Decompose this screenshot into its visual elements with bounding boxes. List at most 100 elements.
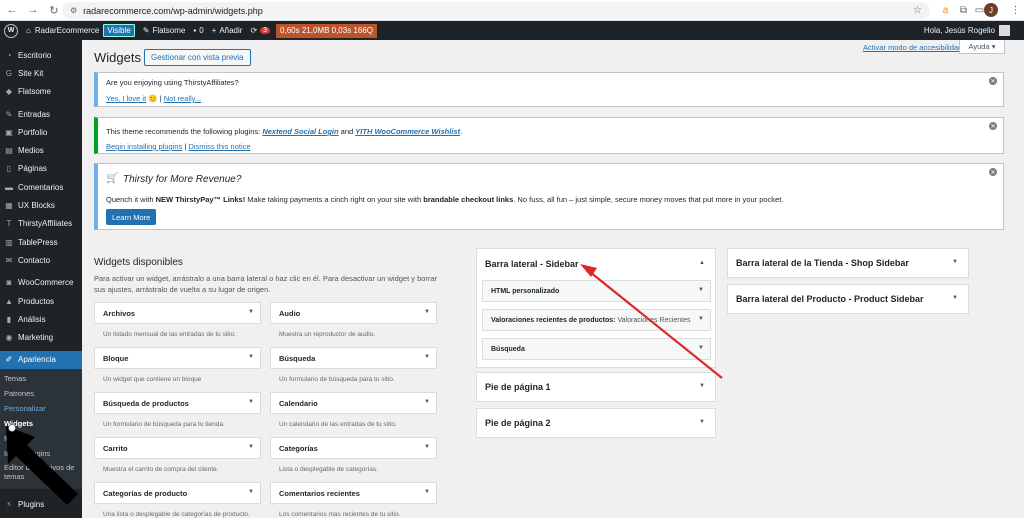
site-home-icon[interactable]: ⌂ [26, 26, 31, 35]
comments-icon[interactable]: ▪ [193, 26, 196, 35]
yes-love-it-link[interactable]: Yes, I love it [106, 94, 146, 103]
theme-link[interactable]: Flatsome [152, 26, 185, 35]
widget-bloque[interactable]: Bloque ▼ [94, 347, 261, 369]
caret-down-icon[interactable]: ▼ [424, 444, 430, 450]
widget-audio[interactable]: Audio ▼ [270, 302, 437, 324]
placed-widget-reviews[interactable]: Valoraciones recientes de productos: Valo… [482, 309, 711, 331]
caret-down-icon[interactable]: ▼ [424, 354, 430, 360]
wordpress-logo-icon[interactable]: W [4, 23, 18, 38]
widget-categorias-producto[interactable]: Categorías de producto ▼ [94, 482, 261, 504]
menu-productos[interactable]: ▲ Productos [0, 292, 82, 310]
forward-icon[interactable]: → [24, 1, 42, 19]
caret-down-icon[interactable]: ▼ [699, 383, 705, 389]
learn-more-button[interactable]: Learn More [106, 209, 157, 225]
available-widgets-title: Widgets disponibles [94, 257, 183, 268]
menu-marketing[interactable]: ◉ Marketing [0, 328, 82, 346]
menu-medios[interactable]: ▤ Medios [0, 141, 82, 159]
widget-calendario[interactable]: Calendario ▼ [270, 392, 437, 414]
widget-area-sidebar[interactable]: Barra lateral - Sidebar ▲ HTML personali… [476, 248, 716, 368]
caret-up-icon[interactable]: ▲ [699, 260, 705, 266]
menu-thirstyaffiliates[interactable]: T ThirstyAffiliates [0, 215, 82, 233]
widget-comentarios-recientes[interactable]: Comentarios recientes ▼ [270, 482, 437, 504]
profile-avatar[interactable]: J [984, 3, 998, 17]
promo-text-d: brandable checkout links [423, 195, 514, 204]
help-tab[interactable]: Ayuda ▾ [959, 40, 1005, 54]
submenu-menus[interactable]: Menús [0, 431, 82, 446]
extensions-icon[interactable]: ⧉ [956, 3, 971, 18]
caret-down-icon[interactable]: ▼ [248, 399, 254, 405]
placed-widget-html[interactable]: HTML personalizado ▼ [482, 280, 711, 302]
menu-flatsome[interactable]: ◆ Flatsome [0, 83, 82, 101]
widget-area-footer-2[interactable]: Pie de página 2 ▼ [476, 408, 716, 438]
accessibility-mode-link[interactable]: Activar modo de accesibilidad [863, 43, 962, 52]
widget-busqueda-productos[interactable]: Búsqueda de productos ▼ [94, 392, 261, 414]
reload-icon[interactable]: ↻ [45, 1, 63, 19]
comments-count[interactable]: 0 [199, 26, 203, 35]
menu-plugins[interactable]: ⚡ Plugins [0, 495, 82, 513]
submenu-theme-file-editor[interactable]: Editor de archivos de temas [0, 461, 82, 485]
widget-busqueda[interactable]: Búsqueda ▼ [270, 347, 437, 369]
widget-area-shop-sidebar[interactable]: Barra lateral de la Tienda - Shop Sideba… [727, 248, 969, 278]
caret-down-icon[interactable]: ▼ [952, 295, 958, 301]
menu-analisis[interactable]: ▮ Análisis [0, 310, 82, 328]
begin-installing-link[interactable]: Begin installing plugins [106, 142, 182, 151]
nextend-plugin-link[interactable]: Nextend Social Login [262, 127, 338, 136]
dismiss-notice-link[interactable]: Dismiss this notice [188, 142, 250, 151]
not-really-link[interactable]: Not really... [164, 94, 201, 103]
add-new-link[interactable]: Añadir [219, 26, 242, 35]
menu-escritorio[interactable]: ◔ Escritorio [0, 46, 82, 64]
menu-site-kit[interactable]: G Site Kit [0, 64, 82, 82]
customize-icon[interactable]: ✎ [143, 26, 150, 35]
amazon-extension-icon[interactable]: a [938, 3, 953, 18]
submenu-widgets[interactable]: Widgets [0, 416, 82, 431]
caret-down-icon[interactable]: ▼ [698, 287, 704, 293]
add-new-icon[interactable]: + [212, 26, 217, 35]
updates-icon[interactable]: ⟳ [250, 26, 257, 35]
menu-paginas[interactable]: ▯ Páginas [0, 160, 82, 178]
address-bar[interactable]: ⚙ radarecommerce.com/wp-admin/widgets.ph… [62, 2, 930, 19]
user-avatar[interactable] [999, 25, 1010, 36]
caret-down-icon[interactable]: ▼ [248, 444, 254, 450]
submenu-install-plugins[interactable]: Install Plugins [0, 446, 82, 461]
back-icon[interactable]: ← [3, 1, 21, 19]
browser-menu-icon[interactable]: ⋮ [1008, 3, 1023, 18]
caret-down-icon[interactable]: ▼ [248, 354, 254, 360]
menu-ux-blocks[interactable]: ▦ UX Blocks [0, 196, 82, 214]
menu-woocommerce[interactable]: ◙ WooCommerce [0, 274, 82, 292]
user-greeting[interactable]: Hola, Jesús Rogelio [924, 26, 995, 35]
widget-area-product-sidebar[interactable]: Barra lateral del Producto - Product Sid… [727, 284, 969, 314]
submenu-temas[interactable]: Temas [0, 371, 82, 386]
menu-tablepress[interactable]: ▥ TablePress [0, 233, 82, 251]
close-icon[interactable]: ✕ [989, 168, 997, 176]
menu-entradas[interactable]: ✎ Entradas [0, 105, 82, 123]
menu-apariencia[interactable]: ✐ Apariencia [0, 350, 82, 370]
site-name-link[interactable]: RadarEcommerce [35, 26, 99, 35]
caret-down-icon[interactable]: ▼ [952, 259, 958, 265]
menu-contacto[interactable]: ✉ Contacto [0, 251, 82, 269]
submenu-personalizar[interactable]: Personalizar [0, 401, 82, 416]
close-icon[interactable]: ✕ [989, 77, 997, 85]
widget-carrito[interactable]: Carrito ▼ [94, 437, 261, 459]
performance-stats[interactable]: 0,60s 21,0MB 0,03s 166Q [276, 23, 377, 38]
bookmark-star-icon[interactable]: ☆ [913, 5, 922, 16]
submenu-patrones[interactable]: Patrones [0, 386, 82, 401]
site-info-icon[interactable]: ⚙ [70, 6, 77, 15]
caret-down-icon[interactable]: ▼ [424, 489, 430, 495]
caret-down-icon[interactable]: ▼ [698, 316, 704, 322]
updates-badge[interactable]: 3 [260, 27, 271, 34]
yith-plugin-link[interactable]: YITH WooCommerce Wishlist [355, 127, 460, 136]
widget-area-footer-1[interactable]: Pie de página 1 ▼ [476, 372, 716, 402]
caret-down-icon[interactable]: ▼ [248, 309, 254, 315]
caret-down-icon[interactable]: ▼ [248, 489, 254, 495]
caret-down-icon[interactable]: ▼ [424, 399, 430, 405]
placed-widget-search[interactable]: Búsqueda ▼ [482, 338, 711, 360]
manage-with-preview-button[interactable]: Gestionar con vista previa [144, 49, 251, 66]
menu-comentarios[interactable]: ▬ Comentarios [0, 178, 82, 196]
widget-categorias[interactable]: Categorías ▼ [270, 437, 437, 459]
caret-down-icon[interactable]: ▼ [424, 309, 430, 315]
caret-down-icon[interactable]: ▼ [699, 419, 705, 425]
caret-down-icon[interactable]: ▼ [698, 345, 704, 351]
widget-archivos[interactable]: Archivos ▼ [94, 302, 261, 324]
close-icon[interactable]: ✕ [989, 122, 997, 130]
menu-portfolio[interactable]: ▣ Portfolio [0, 123, 82, 141]
